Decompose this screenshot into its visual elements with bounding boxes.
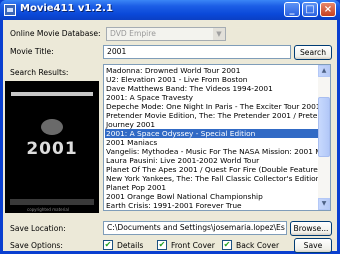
result-item[interactable]: 2001 Maniacs	[105, 138, 318, 147]
result-item[interactable]: 2001: A Space Odyssey - Special Edition	[105, 129, 318, 138]
save-options-label: Save Options:	[10, 241, 63, 250]
result-item[interactable]: New York Yankees, The: The Fall Classic …	[105, 174, 318, 183]
chevron-down-icon[interactable]: ▼	[213, 28, 225, 40]
save-button[interactable]: Save	[294, 238, 332, 253]
database-select[interactable]: DVD Empire ▼	[106, 27, 226, 41]
poster-caption: copyrighted material	[27, 207, 69, 212]
poster-artwork	[41, 119, 63, 135]
search-button[interactable]: Search	[294, 45, 332, 60]
save-location-label: Save Location:	[10, 224, 66, 233]
result-item[interactable]: Journey 2001	[105, 120, 318, 129]
result-item[interactable]: 2001 Orange Bowl National Championship	[105, 192, 318, 201]
result-item[interactable]: Planet Of The Apes 2001 / Quest For Fire…	[105, 165, 318, 174]
scroll-up-arrow-icon[interactable]: ▲	[318, 65, 330, 77]
result-item[interactable]: Pretender Movie Edition, The: The Preten…	[105, 111, 318, 120]
result-item[interactable]: Madonna: Drowned World Tour 2001	[105, 66, 318, 75]
poster-credits-block	[10, 199, 94, 205]
browse-button[interactable]: Browse...	[290, 221, 332, 236]
result-item[interactable]: Vangelis: Mythodea - Music For The NASA …	[105, 147, 318, 156]
movie-title-input[interactable]: 2001	[103, 45, 291, 59]
result-item[interactable]: Planet Pop 2001	[105, 183, 318, 192]
close-button[interactable]: ×	[320, 2, 336, 17]
front-cover-checkbox-label: Front Cover	[171, 241, 215, 250]
back-cover-checkbox-label: Back Cover	[236, 241, 280, 250]
search-results-label: Search Results:	[10, 68, 69, 77]
poster-title: 2001	[26, 139, 78, 159]
database-label: Online Movie Database:	[10, 29, 101, 38]
database-select-value: DVD Empire	[110, 29, 156, 38]
main-panel: Online Movie Database: DVD Empire ▼ Movi…	[3, 20, 337, 253]
result-item[interactable]: Laura Pausini: Live 2001-2002 World Tour	[105, 156, 318, 165]
results-scrollbar[interactable]: ▲ ▼	[318, 65, 330, 210]
window-title: Movie411 v1.2.1	[20, 3, 113, 14]
save-location-input[interactable]: C:\Documents and Settings\josemaria.lope…	[103, 221, 287, 235]
poster-top-band	[11, 92, 93, 96]
scroll-down-arrow-icon[interactable]: ▼	[318, 198, 330, 210]
front-cover-checkbox[interactable]: ✔	[157, 240, 167, 250]
results-rows: Madonna: Drowned World Tour 2001 U2: Elev…	[105, 66, 318, 210]
back-cover-checkbox[interactable]: ✔	[222, 240, 232, 250]
maximize-button[interactable]: □	[302, 2, 318, 17]
scroll-thumb[interactable]	[318, 97, 330, 157]
details-checkbox-label: Details	[117, 241, 144, 250]
app-icon	[4, 4, 16, 16]
result-item[interactable]: Dave Matthews Band: The Videos 1994-2001	[105, 84, 318, 93]
result-item[interactable]: Depeche Mode: One Night In Paris - The E…	[105, 102, 318, 111]
app-window: Movie411 v1.2.1 _ □ × Online Movie Datab…	[0, 0, 340, 254]
title-bar[interactable]: Movie411 v1.2.1 _ □ ×	[0, 0, 340, 20]
minimize-button[interactable]: _	[284, 2, 300, 17]
search-results-list[interactable]: Madonna: Drowned World Tour 2001 U2: Elev…	[103, 64, 331, 211]
movie-cover-image: 2001 copyrighted material	[5, 81, 99, 213]
movie-title-label: Movie Title:	[10, 47, 54, 56]
details-checkbox[interactable]: ✔	[103, 240, 113, 250]
result-item[interactable]: 2001: A Space Travesty	[105, 93, 318, 102]
result-item[interactable]: U2: Elevation 2001 - Live From Boston	[105, 75, 318, 84]
result-item[interactable]: Earth Crisis: 1991-2001 Forever True	[105, 201, 318, 210]
